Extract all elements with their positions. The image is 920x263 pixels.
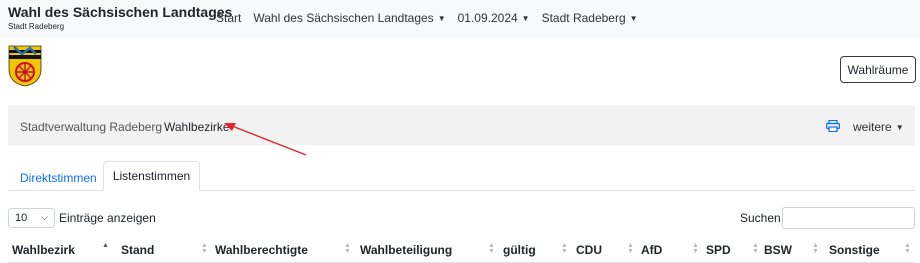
main-nav: Start Wahl des Sächsischen Landtages ▼ 01… [216, 11, 650, 27]
search-label: Suchen [740, 211, 781, 225]
column-header-gueltig[interactable]: gültig [503, 243, 536, 257]
weitere-dropdown[interactable]: weitere ▼ [853, 120, 904, 134]
annotation-arrow-icon [224, 123, 307, 156]
nav-item-label: Stadt Radeberg [541, 11, 626, 25]
nav-item-wahl[interactable]: Wahl des Sächsischen Landtages ▼ [253, 11, 445, 27]
sort-icon: ▲ ▼ [201, 242, 208, 255]
breadcrumb-item-wahlbezirke: Wahlbezirke [164, 120, 230, 134]
sort-icon: ▲ ▼ [904, 242, 911, 255]
caret-down-icon: ▼ [521, 14, 530, 23]
table-header: Wahlbezirk ▲ Stand ▲ ▼ Wahlberechtigte ▲ ▼… [8, 236, 915, 263]
nav-item-area[interactable]: Stadt Radeberg ▼ [542, 11, 638, 27]
top-navbar: Wahl des Sächsischen Landtages Stadt Rad… [0, 0, 920, 38]
column-header-spd[interactable]: SPD [706, 243, 731, 257]
chevron-down-icon: ⌵ [41, 212, 48, 222]
weitere-label: weitere [853, 120, 892, 134]
tab-listenstimmen[interactable]: Listenstimmen [103, 161, 200, 191]
column-header-wahlberechtigte[interactable]: Wahlberechtigte [215, 243, 308, 257]
sort-icon: ▲ ▼ [692, 242, 699, 255]
column-header-cdu[interactable]: CDU [576, 243, 602, 257]
nav-item-label: Start [216, 11, 242, 25]
entries-length-select[interactable]: 10 ⌵ [8, 208, 55, 228]
breadcrumb-item-stadtverwaltung[interactable]: Stadtverwaltung Radeberg [20, 120, 162, 134]
sort-asc-icon: ▲ [102, 242, 109, 249]
sort-icon: ▲ ▼ [812, 242, 819, 255]
entries-length-value: 10 [15, 212, 28, 224]
column-header-wahlbezirk[interactable]: Wahlbezirk [12, 243, 75, 257]
brand-title[interactable]: Wahl des Sächsischen Landtages [8, 4, 232, 20]
brand[interactable]: Wahl des Sächsischen Landtages Stadt Rad… [8, 4, 232, 33]
search-input[interactable] [782, 207, 915, 229]
caret-down-icon: ▼ [895, 123, 904, 132]
column-header-afd[interactable]: AfD [641, 243, 662, 257]
sort-icon: ▲ ▼ [627, 242, 634, 255]
wahlraeume-button[interactable]: Wahlräume [840, 56, 916, 83]
sort-icon: ▲ ▼ [752, 242, 759, 255]
brand-subtitle: Stadt Radeberg [8, 22, 65, 31]
nav-item-label: Wahl des Sächsischen Landtages [253, 11, 434, 25]
caret-down-icon: ▼ [437, 14, 446, 23]
column-header-wahlbeteiligung[interactable]: Wahlbeteiligung [360, 243, 452, 257]
column-header-bsw[interactable]: BSW [764, 243, 792, 257]
tab-direktstimmen[interactable]: Direktstimmen [20, 171, 97, 185]
nav-item-start[interactable]: Start [216, 11, 241, 27]
sort-icon: ▲ ▼ [344, 242, 351, 255]
breadcrumb: Stadtverwaltung Radeberg Wahlbezirke wei… [8, 105, 915, 145]
nav-item-label: 01.09.2024 [457, 11, 518, 25]
sort-icon: ▲ ▼ [561, 242, 568, 255]
sort-icon: ▲ ▼ [488, 242, 495, 255]
nav-item-date[interactable]: 01.09.2024 ▼ [458, 11, 530, 27]
column-header-sonstige[interactable]: Sonstige [829, 243, 880, 257]
caret-down-icon: ▼ [629, 14, 638, 23]
printer-icon[interactable] [826, 120, 840, 132]
column-header-stand[interactable]: Stand [121, 243, 154, 257]
entries-length-label: Einträge anzeigen [59, 211, 156, 225]
coat-of-arms-icon [8, 45, 42, 87]
